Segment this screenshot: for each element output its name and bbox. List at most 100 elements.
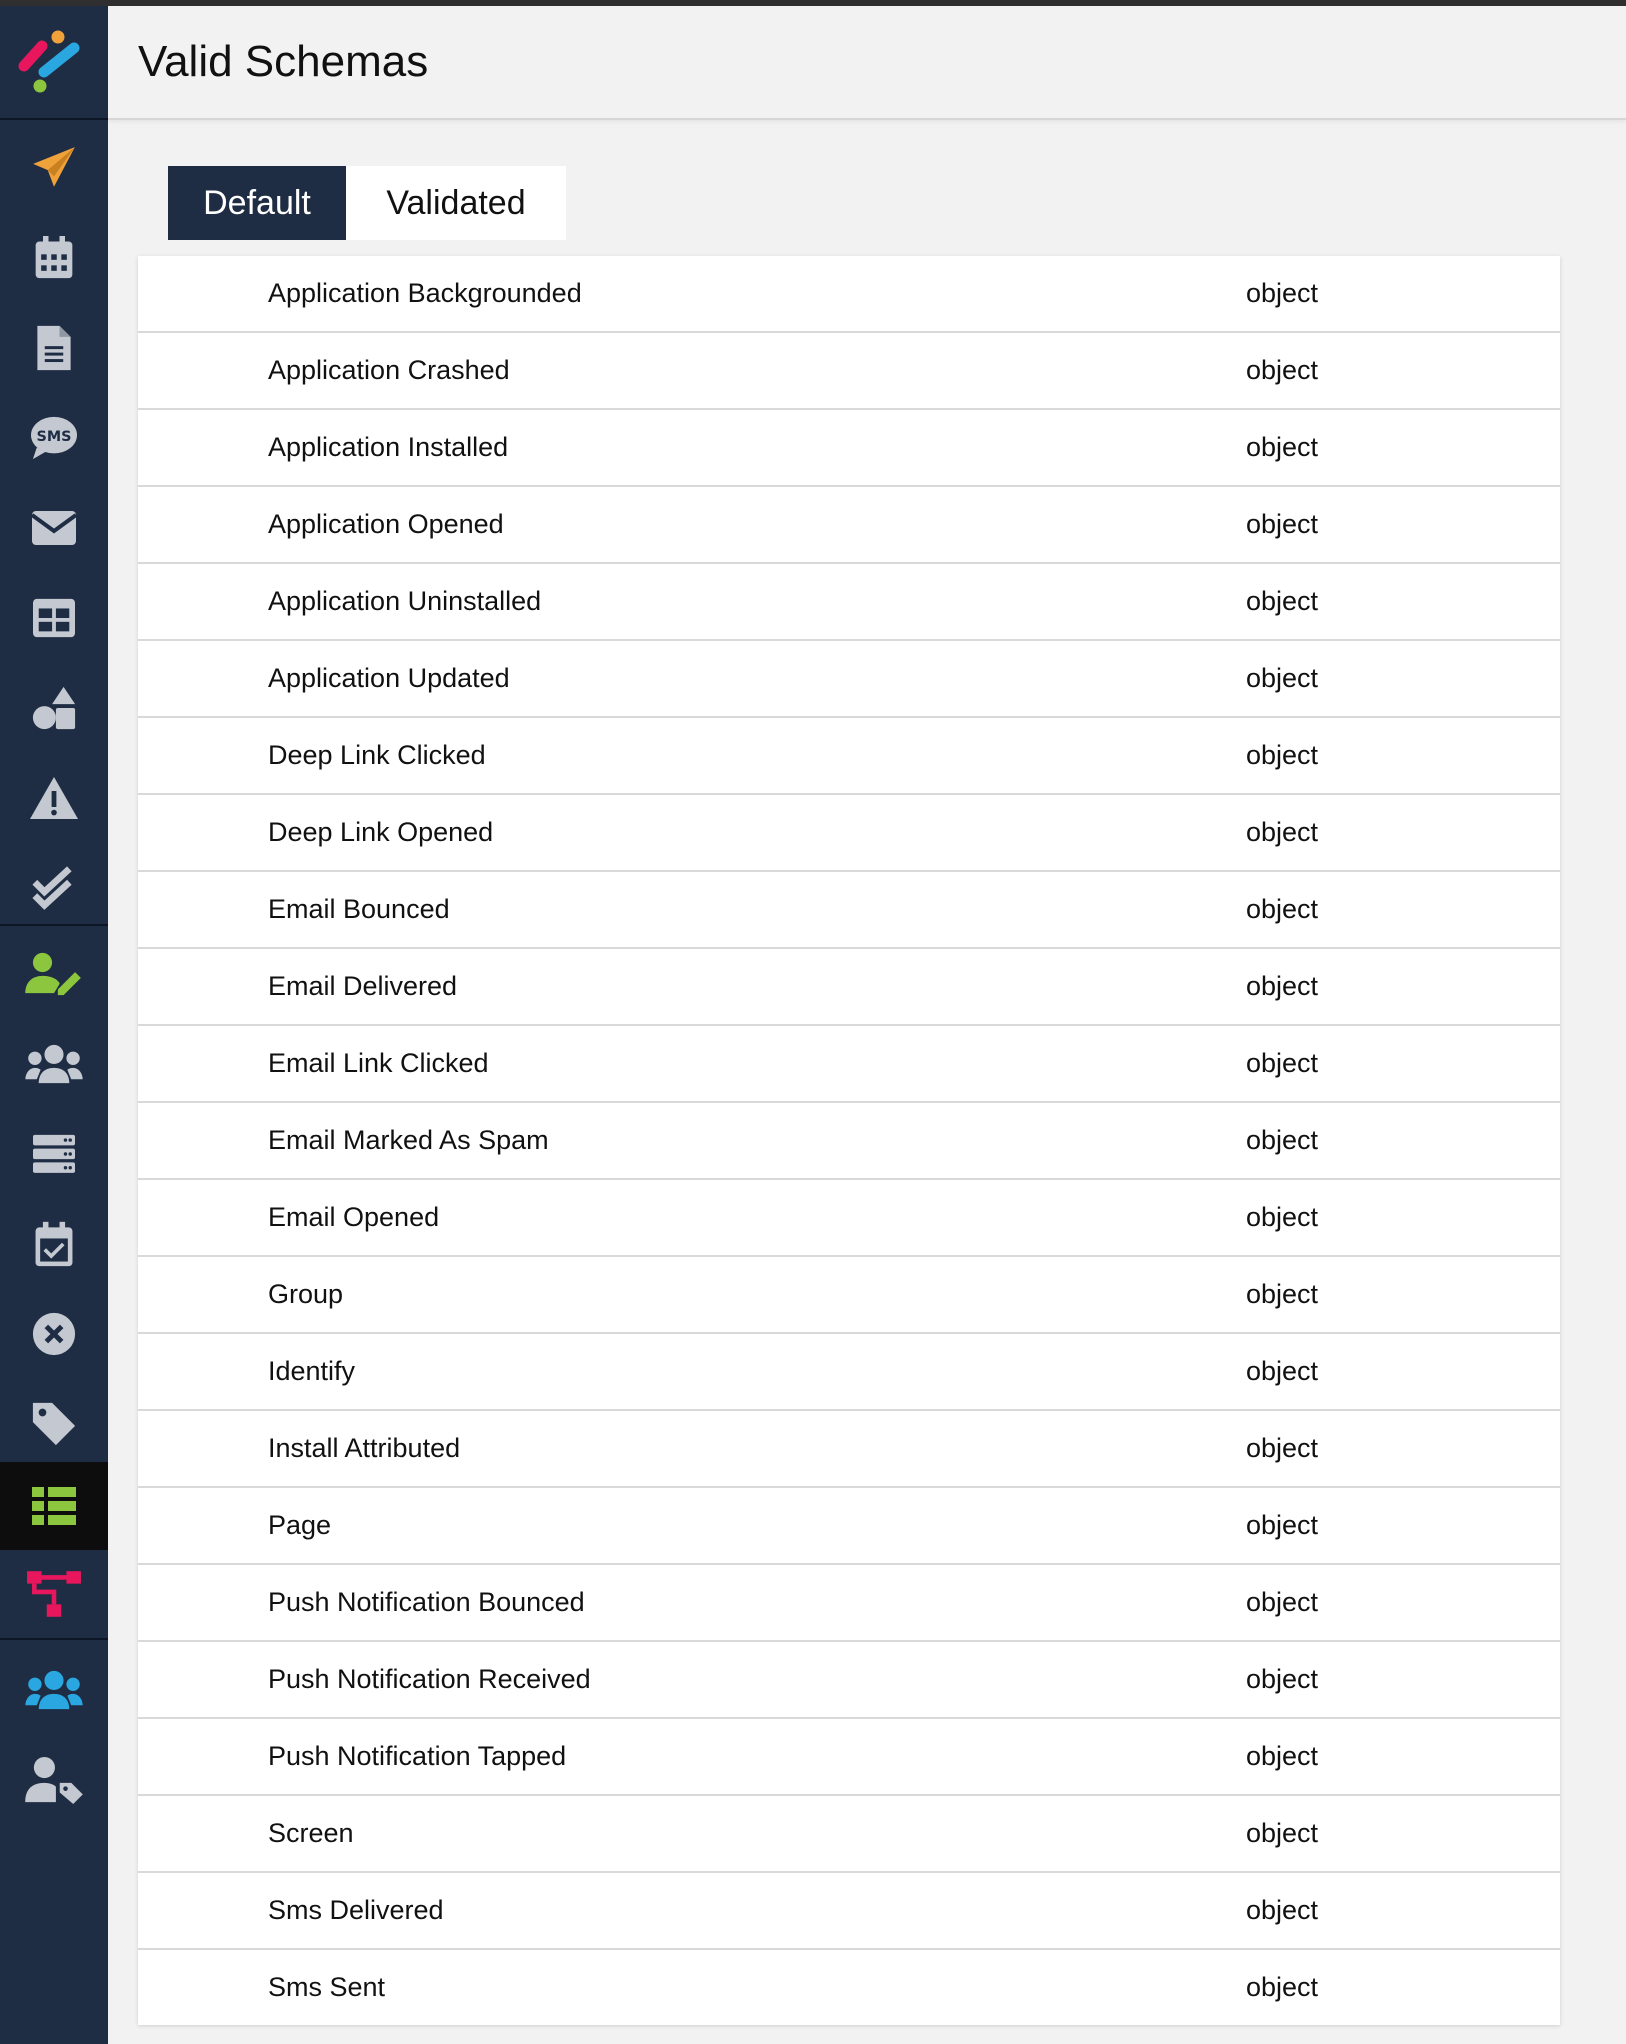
table-row[interactable]: Application Opened object: [138, 487, 1560, 564]
table-row[interactable]: Application Uninstalled object: [138, 564, 1560, 641]
table-row[interactable]: Application Crashed object: [138, 333, 1560, 410]
schema-type: object: [1246, 740, 1319, 770]
user-tag-icon: [25, 1756, 83, 1804]
sidebar: SMS: [0, 6, 108, 2044]
table-row[interactable]: Email Bounced object: [138, 872, 1560, 949]
schema-name: Application Backgrounded: [268, 278, 582, 308]
schemas-table: Application Backgrounded object Applicatio…: [138, 256, 1560, 2025]
circle-x-icon: [32, 1312, 76, 1356]
schema-type: object: [1246, 1125, 1319, 1155]
table-row[interactable]: Email Link Clicked object: [138, 1026, 1560, 1103]
table-row[interactable]: Email Delivered object: [138, 949, 1560, 1026]
schema-type: object: [1246, 1048, 1319, 1078]
sidebar-item-user-edit[interactable]: [0, 930, 108, 1018]
schema-type: object: [1246, 1433, 1319, 1463]
sidebar-item-shapes[interactable]: [0, 664, 108, 752]
sidebar-item-email[interactable]: [0, 484, 108, 572]
team-icon: [25, 1670, 83, 1710]
server-icon: [33, 1134, 75, 1173]
schema-type: object: [1246, 817, 1319, 847]
sidebar-item-checks[interactable]: [0, 844, 108, 932]
sidebar-item-blocked[interactable]: [0, 1290, 108, 1378]
sidebar-divider: [0, 1638, 108, 1640]
table-row[interactable]: Push Notification Bounced object: [138, 1565, 1560, 1642]
schema-name: Page: [268, 1510, 332, 1540]
schema-tabs: Default Validated: [168, 166, 566, 240]
schema-name: Email Marked As Spam: [268, 1125, 549, 1155]
calendar-check-icon: [35, 1221, 73, 1267]
page-header: Valid Schemas: [108, 6, 1626, 120]
table-row[interactable]: Application Backgrounded object: [138, 256, 1560, 333]
table-row[interactable]: Identify object: [138, 1334, 1560, 1411]
schema-name: Email Bounced: [268, 894, 450, 924]
sidebar-item-campaigns[interactable]: [0, 124, 108, 212]
schema-type: object: [1246, 894, 1319, 924]
schema-name: Deep Link Opened: [268, 817, 494, 847]
sidebar-item-servers[interactable]: [0, 1110, 108, 1198]
sidebar-item-tags[interactable]: [0, 1380, 108, 1468]
schema-name: Deep Link Clicked: [268, 740, 486, 770]
schema-name: Push Notification Tapped: [268, 1741, 567, 1771]
table-row[interactable]: Deep Link Opened object: [138, 795, 1560, 872]
tag-icon: [32, 1402, 76, 1446]
double-check-icon: [32, 866, 72, 910]
schema-type: object: [1246, 1279, 1319, 1309]
sidebar-item-documents[interactable]: [0, 304, 108, 392]
table-row[interactable]: Deep Link Clicked object: [138, 718, 1560, 795]
document-icon: [37, 325, 71, 371]
tab-default[interactable]: Default: [168, 166, 346, 240]
sidebar-divider: [0, 118, 108, 120]
table-row[interactable]: Email Marked As Spam object: [138, 1103, 1560, 1180]
schema-type: object: [1246, 663, 1319, 693]
sidebar-item-calendar[interactable]: [0, 214, 108, 302]
schema-type: object: [1246, 1587, 1319, 1617]
table-row[interactable]: Push Notification Received object: [138, 1642, 1560, 1719]
schema-type: object: [1246, 1202, 1319, 1232]
schema-name: Identify: [268, 1356, 356, 1386]
schema-type: object: [1246, 586, 1319, 616]
schema-name: Email Delivered: [268, 971, 458, 1001]
schema-type: object: [1246, 1741, 1319, 1771]
sidebar-item-users[interactable]: [0, 1020, 108, 1108]
sidebar-item-schemas[interactable]: [0, 1462, 108, 1550]
schema-type: object: [1246, 1664, 1319, 1694]
schema-name: Sms Delivered: [268, 1895, 444, 1925]
envelope-icon: [30, 511, 78, 545]
sidebar-divider: [0, 924, 108, 926]
sidebar-item-tables[interactable]: [0, 574, 108, 662]
sidebar-item-schedule[interactable]: [0, 1200, 108, 1288]
table-row[interactable]: Group object: [138, 1257, 1560, 1334]
table-grid-icon: [33, 598, 75, 638]
table-row[interactable]: Screen object: [138, 1796, 1560, 1873]
logo-icon: [18, 30, 80, 93]
sms-bubble-icon: SMS: [31, 416, 77, 460]
table-row[interactable]: Page object: [138, 1488, 1560, 1565]
sidebar-item-alerts[interactable]: [0, 754, 108, 842]
app-logo[interactable]: [0, 6, 108, 118]
schema-name: Application Uninstalled: [268, 586, 542, 616]
sidebar-item-user-tags[interactable]: [0, 1736, 108, 1824]
table-row[interactable]: Application Installed object: [138, 410, 1560, 487]
schema-name: Screen: [268, 1818, 354, 1848]
warning-icon: [30, 777, 78, 819]
table-row[interactable]: Email Opened object: [138, 1180, 1560, 1257]
tab-validated[interactable]: Validated: [346, 166, 566, 240]
schema-type: object: [1246, 1972, 1319, 2002]
schema-type: object: [1246, 1895, 1319, 1925]
sidebar-item-flows[interactable]: [0, 1550, 108, 1638]
sidebar-item-sms[interactable]: SMS: [0, 394, 108, 482]
schema-name: Sms Sent: [268, 1972, 386, 2002]
sidebar-item-team[interactable]: [0, 1646, 108, 1734]
schema-type: object: [1246, 1356, 1319, 1386]
table-row[interactable]: Application Updated object: [138, 641, 1560, 718]
schema-type: object: [1246, 355, 1319, 385]
shapes-icon: [32, 686, 76, 730]
schema-name: Application Installed: [268, 432, 509, 462]
table-row[interactable]: Sms Sent object: [138, 1950, 1560, 2025]
table-row[interactable]: Push Notification Tapped object: [138, 1719, 1560, 1796]
table-row[interactable]: Sms Delivered object: [138, 1873, 1560, 1950]
sms-icon-label: SMS: [37, 429, 72, 445]
schema-name: Application Opened: [268, 509, 504, 539]
table-row[interactable]: Install Attributed object: [138, 1411, 1560, 1488]
sitemap-icon: [27, 1571, 81, 1617]
